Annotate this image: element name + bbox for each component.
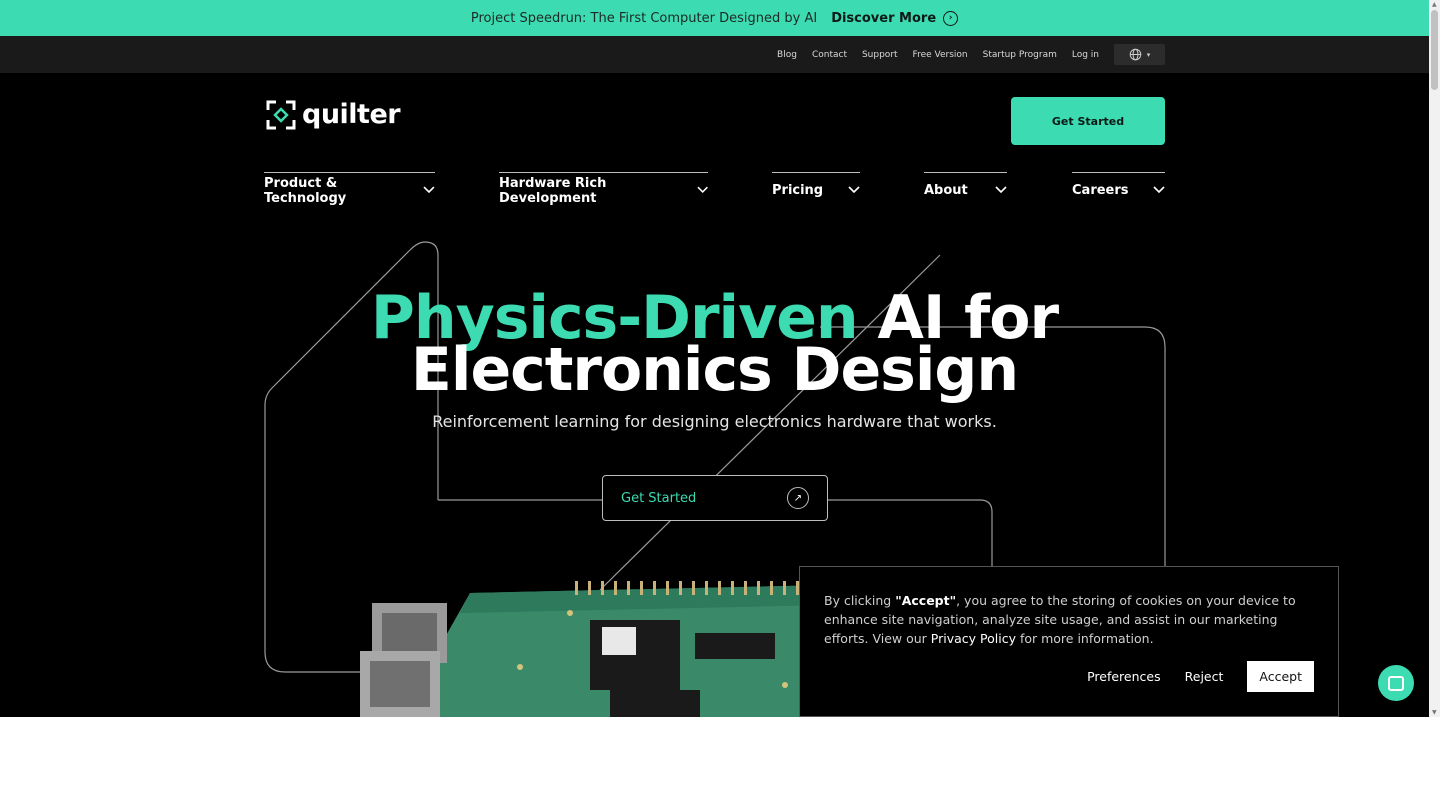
cookie-consent-banner: By clicking "Accept", you agree to the s… <box>799 566 1339 717</box>
privacy-policy-link[interactable]: Privacy Policy <box>931 631 1016 646</box>
chevron-down-icon <box>848 185 860 193</box>
cookie-accept-quote: "Accept" <box>895 593 957 608</box>
cookie-prefix: By clicking <box>824 593 896 608</box>
discover-more-link[interactable]: Discover More › <box>831 10 959 26</box>
chevron-down-icon <box>995 185 1007 193</box>
hero-headline-line2: Electronics Design <box>410 335 1019 405</box>
nav-pricing[interactable]: Pricing <box>772 172 860 206</box>
discover-more-label: Discover More <box>831 10 937 26</box>
scroll-up-icon[interactable]: ▲ <box>1432 2 1437 8</box>
page-scrollbar[interactable]: ▲ ▼ <box>1429 0 1440 717</box>
scroll-down-icon[interactable]: ▼ <box>1432 710 1437 716</box>
announcement-text: Project Speedrun: The First Computer Des… <box>470 10 818 26</box>
nav-label: Hardware Rich Development <box>499 175 607 206</box>
support-link[interactable]: Support <box>862 50 898 60</box>
startup-program-link[interactable]: Startup Program <box>983 50 1057 60</box>
announcement-bar: Project Speedrun: The First Computer Des… <box>0 0 1429 36</box>
quilter-logo-mark <box>266 100 296 129</box>
cookie-suffix: for more information. <box>1015 631 1154 646</box>
utility-bar: Blog Contact Support Free Version Startu… <box>0 36 1429 73</box>
arrow-circle-icon: › <box>943 10 959 26</box>
arrow-up-right-icon: ↗ <box>787 487 809 509</box>
page-viewport: Project Speedrun: The First Computer Des… <box>0 0 1429 717</box>
contact-link[interactable]: Contact <box>812 50 847 60</box>
utility-links: Blog Contact Support Free Version Startu… <box>777 36 1099 73</box>
chevron-down-icon: ▾ <box>1146 50 1151 59</box>
nav-label: Product & Technology <box>264 175 347 206</box>
header-get-started-button[interactable]: Get Started <box>1011 97 1165 145</box>
scrollbar-thumb[interactable] <box>1431 10 1438 90</box>
cookie-message: By clicking "Accept", you agree to the s… <box>824 591 1314 648</box>
cookie-reject-button[interactable]: Reject <box>1185 669 1224 684</box>
hero-get-started-button[interactable]: Get Started ↗ <box>602 475 828 521</box>
hero-subtitle: Reinforcement learning for designing ele… <box>432 412 997 431</box>
hero-cta-label: Get Started <box>621 490 697 506</box>
globe-icon <box>1129 48 1142 61</box>
chevron-down-icon <box>1153 185 1165 193</box>
chat-icon <box>1388 675 1404 691</box>
free-version-link[interactable]: Free Version <box>913 50 968 60</box>
nav-about[interactable]: About <box>924 172 1007 206</box>
login-link[interactable]: Log in <box>1072 50 1099 60</box>
quilter-logo[interactable]: quilter <box>266 99 401 130</box>
blog-link[interactable]: Blog <box>777 50 797 60</box>
nav-careers[interactable]: Careers <box>1072 172 1165 206</box>
nav-label: Careers <box>1072 183 1129 198</box>
language-selector[interactable]: ▾ <box>1114 44 1165 65</box>
nav-label: Pricing <box>772 183 824 198</box>
nav-label: About <box>924 183 968 198</box>
cookie-preferences-button[interactable]: Preferences <box>1087 669 1161 684</box>
cookie-actions: Preferences Reject Accept <box>1087 661 1314 692</box>
nav-hardware-rich-development[interactable]: Hardware Rich Development <box>499 172 708 206</box>
cookie-accept-button[interactable]: Accept <box>1247 661 1314 692</box>
brand-wordmark: quilter <box>302 99 401 130</box>
nav-product-technology[interactable]: Product & Technology <box>264 172 435 206</box>
chat-launcher-button[interactable] <box>1378 665 1414 701</box>
circuit-board-image <box>360 581 830 717</box>
chevron-down-icon <box>697 186 708 193</box>
chevron-down-icon <box>423 185 435 193</box>
